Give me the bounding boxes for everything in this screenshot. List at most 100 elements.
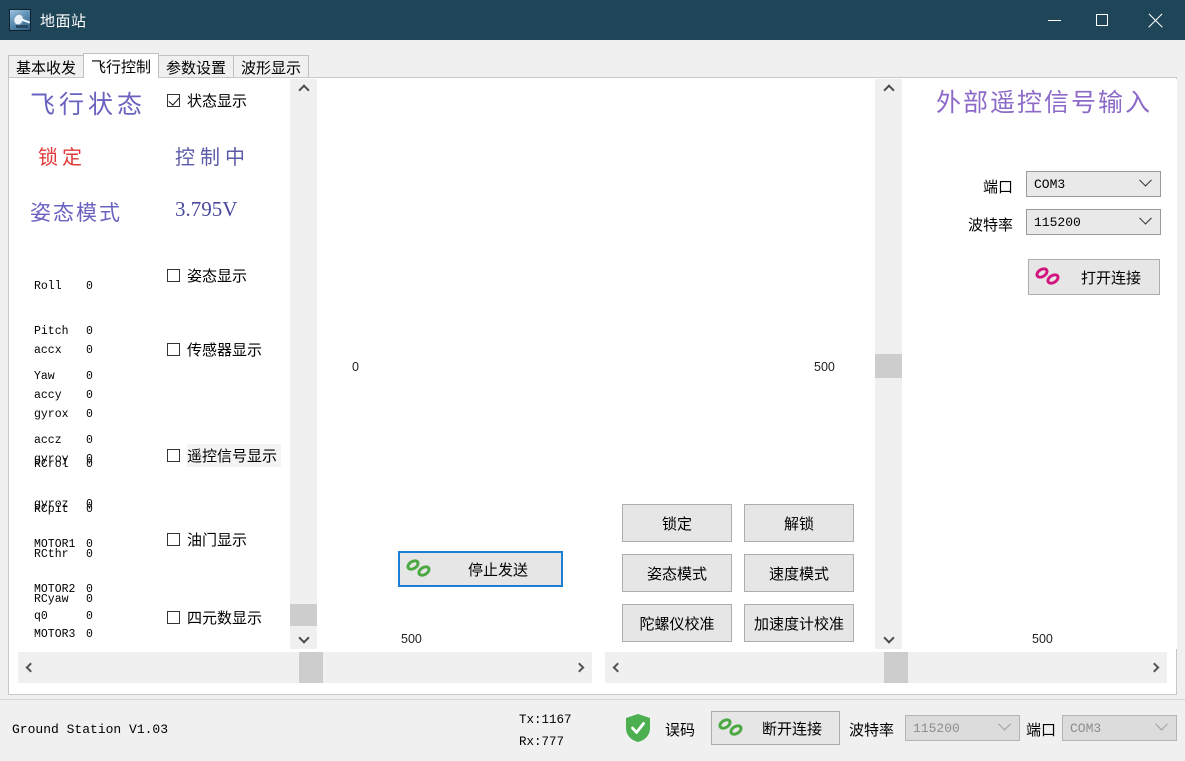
minimize-icon [1048,19,1061,21]
checkbox-quaternion-display[interactable]: 四元数显示 [167,607,262,628]
title-bar: 地面站 [0,0,1185,40]
speed-mode-button[interactable]: 速度模式 [744,554,854,592]
readout-value: 0 [86,538,93,551]
control-state-text: 控制中 [175,147,250,169]
port-value: COM3 [1034,176,1066,192]
external-rc-input-title: 外部遥控信号输入 [936,90,1153,117]
flight-status-panel: 飞行状态 锁定 姿态模式 控制中 3.795V Roll 0 Pitch 0 Yaw… [10,79,290,649]
battery-voltage-text: 3.795V [175,197,238,221]
link-chain-icon [404,557,436,579]
readout-name: RCrol [34,458,69,471]
shield-check-icon [625,713,651,743]
scroll-right-button[interactable] [1145,652,1167,683]
port-select[interactable]: COM3 [1026,171,1161,197]
chevron-up-icon [882,84,895,96]
scroll-left-button[interactable] [18,652,40,683]
readout-value: 0 [86,458,93,471]
flight-control-page: 飞行状态 锁定 姿态模式 控制中 3.795V Roll 0 Pitch 0 Yaw… [8,77,1177,695]
readout-value: 0 [86,408,93,421]
statusbar-port-select[interactable]: COM3 [1062,715,1177,741]
checkbox-label: 传感器显示 [187,342,263,359]
link-chain-icon [1033,265,1065,287]
chevron-left-icon [25,662,36,673]
checkbox-throttle-display[interactable]: 油门显示 [167,529,247,550]
unlock-button[interactable]: 解锁 [744,504,854,542]
axis-label-bottom-right: 500 [1032,632,1053,646]
scroll-up-button[interactable] [875,79,902,98]
external-rc-input-panel: 外部遥控信号输入 端口 COM3 波特率 115200 打开连接 500 [928,79,1177,649]
checkbox-attitude-display[interactable]: 姿态显示 [167,265,247,286]
checkbox-rc-signal-display[interactable]: 遥控信号显示 [167,444,282,467]
error-code-label: 误码 [665,722,696,739]
scroll-left-button[interactable] [605,652,627,683]
checkbox-sensor-display[interactable]: 传感器显示 [167,339,262,360]
checkbox-box[interactable] [167,533,180,546]
scroll-down-button[interactable] [875,630,902,649]
button-label: 姿态模式 [646,565,707,583]
window-controls [1031,0,1185,40]
checkbox-box[interactable] [167,269,180,282]
left-horizontal-scrollbar[interactable] [18,652,592,683]
lock-button[interactable]: 锁定 [622,504,732,542]
app-version-label: Ground Station V1.03 [12,722,169,737]
plot-pane-vertical-scrollbar[interactable] [875,79,902,649]
scrollbar-thumb[interactable] [299,652,323,683]
tab-waveform-display[interactable]: 波形显示 [233,55,310,78]
stop-send-button[interactable]: 停止发送 [398,551,563,587]
scrollbar-thumb[interactable] [290,604,317,626]
chevron-right-icon [574,662,585,673]
gyro-calibration-button[interactable]: 陀螺仪校准 [622,604,732,642]
readout-name: Roll [34,280,62,293]
packet-counters: Tx:1167 Rx:777 [519,709,572,753]
lock-state-text: 锁定 [38,147,86,169]
scrollbar-thumb[interactable] [884,652,908,683]
chevron-down-icon [1139,173,1152,187]
left-panel-vertical-scrollbar[interactable] [290,79,317,649]
chevron-down-icon [1155,717,1168,731]
checkbox-box[interactable] [167,611,180,624]
scroll-down-button[interactable] [290,630,317,649]
checkbox-status-display[interactable]: 状态显示 [167,90,247,111]
open-connection-button[interactable]: 打开连接 [1028,259,1160,295]
disconnect-button[interactable]: 断开连接 [711,711,840,745]
window-title: 地面站 [40,12,87,30]
scrollbar-thumb[interactable] [875,354,902,378]
chevron-down-icon [297,632,310,644]
scroll-up-button[interactable] [290,79,317,98]
quaternion-readout: q00 q10 q20 q30 [34,579,93,649]
rx-counter: Rx:777 [519,735,565,749]
minimize-button[interactable] [1031,0,1078,40]
close-button[interactable] [1125,0,1185,40]
checkbox-box[interactable] [167,94,180,107]
scroll-right-button[interactable] [570,652,592,683]
chevron-left-icon [612,662,623,673]
attitude-mode-button[interactable]: 姿态模式 [622,554,732,592]
axis-label-bottom: 500 [401,632,422,646]
checkbox-box[interactable] [167,343,180,356]
link-chain-icon [716,716,748,738]
stop-send-label: 停止发送 [468,561,529,579]
statusbar-baudrate-select[interactable]: 115200 [905,715,1020,741]
plot-pane: 0 500 500 停止发送 锁定 解锁 姿态模式 速度模式 陀螺仪校准 加速度… [317,79,872,649]
ground-station-window: 地面站 基本收发 飞行控制 参数设置 波形显示 飞行状态 锁定 姿态模式 控制中… [0,0,1185,761]
maximize-button[interactable] [1078,0,1125,40]
checkbox-box[interactable] [167,449,180,462]
right-horizontal-scrollbar[interactable] [605,652,1167,683]
readout-value: 0 [86,280,93,293]
baudrate-value: 115200 [1034,214,1081,230]
chevron-down-icon [882,632,895,644]
tab-flight-control[interactable]: 飞行控制 [83,53,160,78]
checkbox-label: 状态显示 [187,93,248,110]
readout-value: 0 [86,344,93,357]
checkbox-label: 油门显示 [187,532,248,549]
tab-basic-transceive[interactable]: 基本收发 [8,55,85,78]
baudrate-select[interactable]: 115200 [1026,209,1161,235]
axis-label-left: 0 [352,360,359,374]
flight-mode-text: 姿态模式 [30,201,122,225]
baudrate-label: 波特率 [967,217,1013,234]
checkbox-label: 遥控信号显示 [187,444,282,467]
tab-label: 波形显示 [241,59,302,77]
tab-parameter-settings[interactable]: 参数设置 [158,55,235,78]
accel-calibration-button[interactable]: 加速度计校准 [744,604,854,642]
checkbox-label: 姿态显示 [187,268,248,285]
